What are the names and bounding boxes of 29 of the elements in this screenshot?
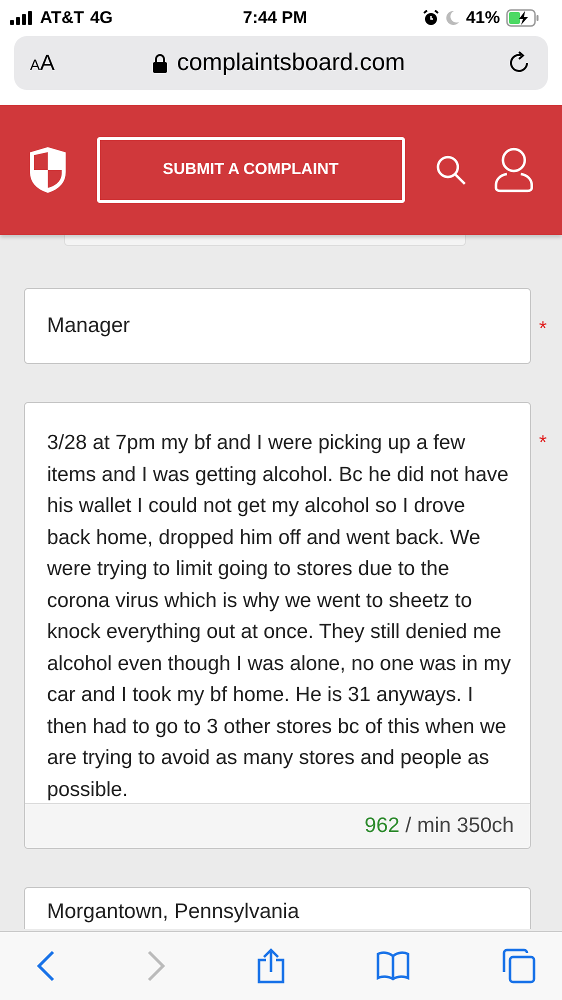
- field-value: Morgantown, Pennsylvania: [47, 900, 300, 924]
- complaint-text-area[interactable]: [24, 402, 531, 849]
- alarm-clock-icon: [422, 10, 439, 26]
- user-icon[interactable]: [494, 147, 534, 193]
- complaint-text: 3/28 at 7pm my bf and I were picking up a few items and I was getting alcohol. Bc he did not have his wallet I could not get my alcohol so I drove back home, dropped him off and went back. We were trying to limit going to stores due to the corona virus which is why we went to sheetz to knock everything out at once. They still denied me alcohol even though I was alone, no one was in my car and I took my bf home. He is 31 anyways. I then had to go to 3 other stores bc of this when we are trying to avoid as many stores and people as possible.: [46, 430, 512, 802]
- moon-icon: [444, 10, 460, 26]
- clock-time: 7:44 PM: [242, 8, 308, 28]
- submit-complaint-button[interactable]: SUBMIT A COMPLAINT: [96, 137, 405, 203]
- address-bar[interactable]: AA complaintsboard.com: [14, 36, 548, 90]
- input-field[interactable]: Manager: [24, 288, 531, 364]
- search-icon[interactable]: [434, 154, 466, 186]
- book-icon[interactable]: [376, 951, 410, 981]
- back-icon[interactable]: [36, 950, 56, 982]
- share-icon[interactable]: [256, 948, 286, 984]
- tabs-icon[interactable]: [500, 948, 536, 984]
- signal-icon: [10, 11, 34, 25]
- url-text: complaintsboard.com: [176, 49, 406, 77]
- battery-percent: 41%: [466, 8, 500, 28]
- input-field[interactable]: Morgantown, Pennsylvania: [24, 887, 531, 929]
- text-size-button[interactable]: AA: [30, 50, 70, 76]
- network-label: 4G: [90, 8, 113, 28]
- form-field[interactable]: [64, 235, 466, 246]
- carrier-label: AT&T: [40, 8, 84, 28]
- required-mark: *: [539, 318, 547, 340]
- required-mark: *: [539, 432, 547, 454]
- field-value: Manager: [47, 314, 130, 338]
- minimum-length-label: / min 350ch: [404, 814, 514, 838]
- character-count: 962: [364, 814, 400, 838]
- shield-logo-icon[interactable]: [29, 146, 67, 194]
